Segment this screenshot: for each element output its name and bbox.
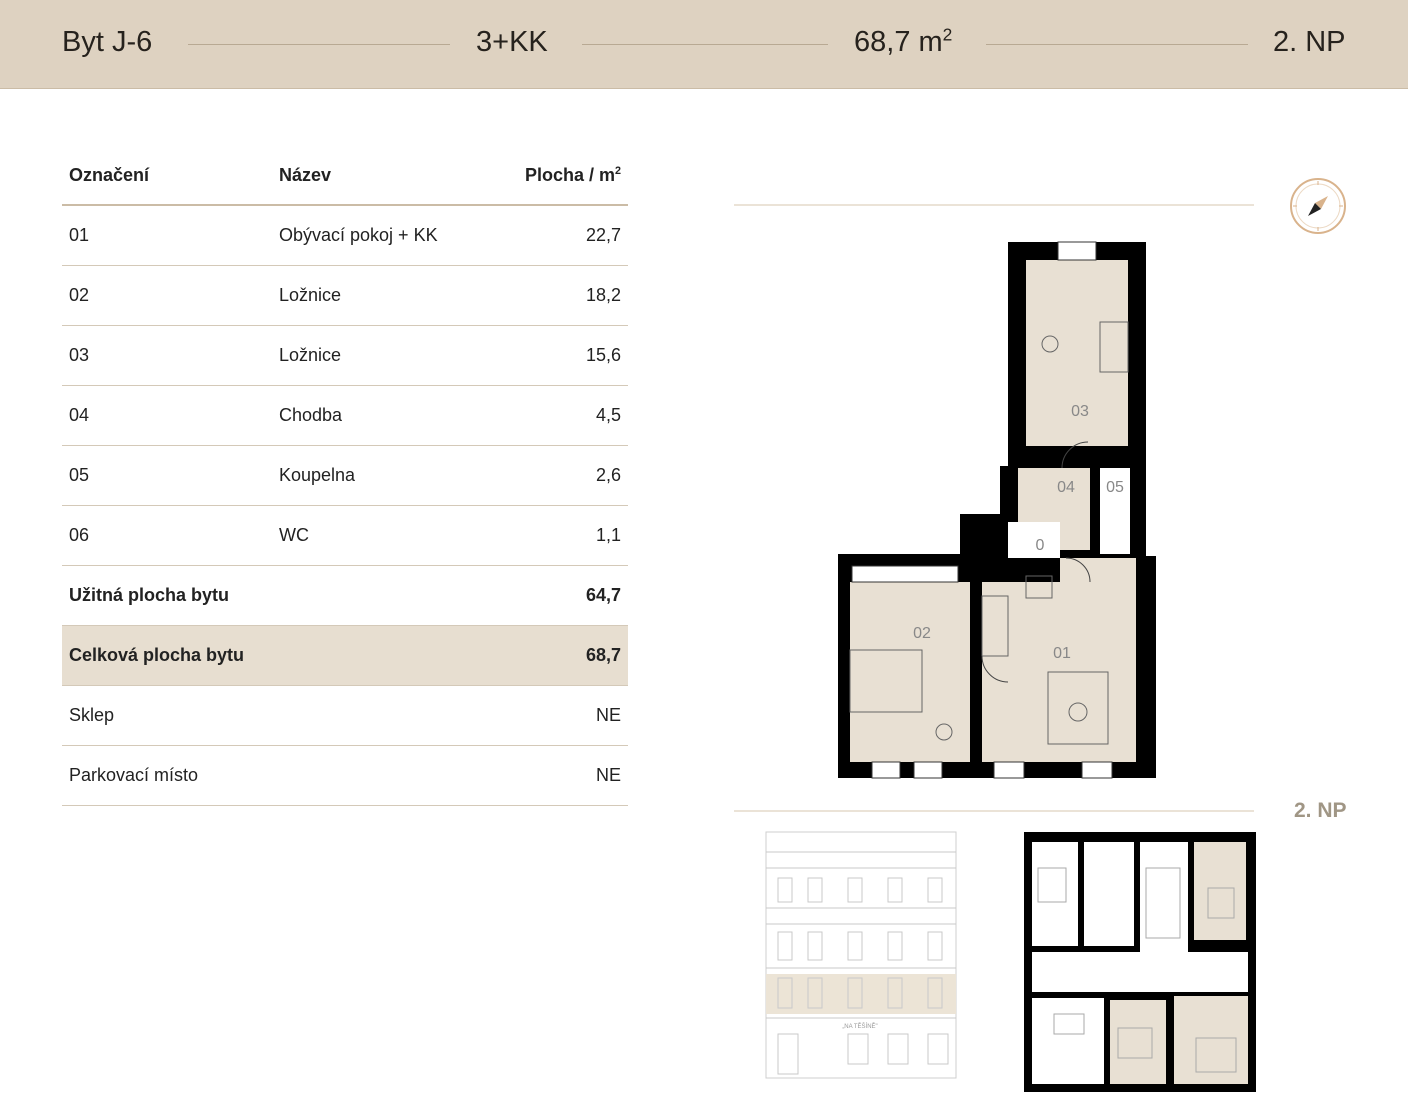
plan-bottom-rule [734,810,1254,812]
unit-layout: 3+KK [476,26,548,58]
total-area-row: Celková plocha bytu 68,7 [62,625,628,686]
room-label: 0 [1036,537,1045,554]
cellar-value: NE [476,685,628,746]
table-header-row: Označení Název Plocha / m2 [62,146,628,206]
room-name: Ložnice [272,325,476,386]
room-label: 03 [1071,403,1089,420]
table-row: 01 Obývací pokoj + KK 22,7 [62,205,628,266]
col-code: Označení [62,146,272,206]
room-06 [1008,522,1060,558]
room-02 [850,582,970,762]
room-label: 02 [913,625,931,642]
floor-label: 2. NP [1294,799,1347,822]
room-code: 03 [62,325,272,386]
floor-plan: 03 04 05 0 02 01 [838,241,1156,779]
table-row: 02 Ložnice 18,2 [62,265,628,326]
room-label: 04 [1057,479,1075,496]
header-divider [188,44,450,45]
header-bar: Byt J-6 3+KK 68,7 m2 2. NP [0,0,1408,89]
compass-icon [1290,178,1346,234]
table-row: 03 Ložnice 15,6 [62,325,628,386]
usable-area-row: Užitná plocha bytu 64,7 [62,565,628,626]
parking-value: NE [476,745,628,806]
room-area: 22,7 [476,205,628,266]
floor-key-plan [1024,832,1256,1092]
room-code: 06 [62,505,272,566]
parking-row: Parkovací místo NE [62,745,628,806]
room-area: 15,6 [476,325,628,386]
table-row: 06 WC 1,1 [62,505,628,566]
room-area-table: Označení Název Plocha / m2 01 Obývací po… [62,146,628,806]
room-name: Chodba [272,385,476,446]
facade-drawing: „NA TĚŠÍNĚ" [765,831,957,1079]
room-label: 01 [1053,645,1071,662]
room-area: 18,2 [476,265,628,326]
room-area: 2,6 [476,445,628,506]
room-code: 05 [62,445,272,506]
room-name: WC [272,505,476,566]
cellar-row: Sklep NE [62,685,628,746]
header-divider [986,44,1248,45]
parking-label: Parkovací místo [62,745,476,806]
room-name: Obývací pokoj + KK [272,205,476,266]
room-name: Koupelna [272,445,476,506]
room-name: Ložnice [272,265,476,326]
room-code: 02 [62,265,272,326]
room-code: 04 [62,385,272,446]
facade-sign: „NA TĚŠÍNĚ" [842,1022,877,1030]
table-row: 05 Koupelna 2,6 [62,445,628,506]
usable-area-label: Užitná plocha bytu [62,565,476,626]
header-divider [582,44,828,45]
cellar-label: Sklep [62,685,476,746]
plan-top-rule [734,204,1254,206]
col-name: Název [272,146,476,206]
usable-area-value: 64,7 [476,565,628,626]
room-code: 01 [62,205,272,266]
total-area-label: Celková plocha bytu [62,625,476,686]
unit-title: Byt J-6 [62,26,153,58]
total-area-value: 68,7 [476,625,628,686]
unit-area: 68,7 m2 [854,24,953,58]
unit-floor: 2. NP [1273,26,1346,58]
room-area: 4,5 [476,385,628,446]
room-area: 1,1 [476,505,628,566]
room-label: 05 [1106,479,1124,496]
table-row: 04 Chodba 4,5 [62,385,628,446]
col-area: Plocha / m2 [476,146,628,206]
